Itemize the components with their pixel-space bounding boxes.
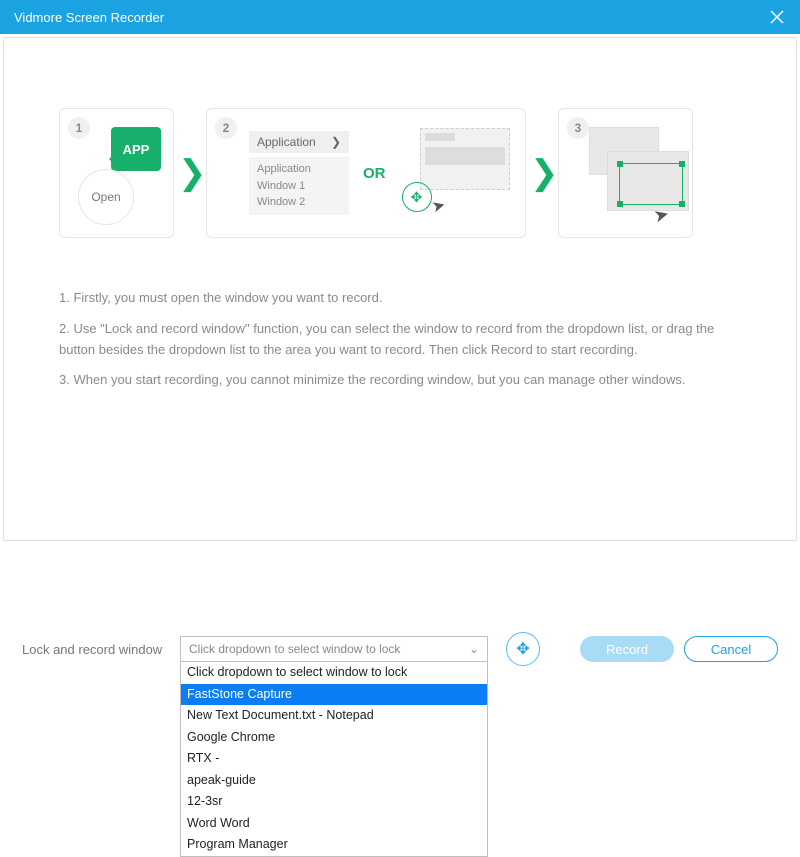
illustration-dropdown-list: Application Window 1 Window 2 bbox=[249, 157, 349, 215]
dropdown-option[interactable]: 12-3sr bbox=[181, 791, 487, 813]
selection-rect-icon bbox=[619, 163, 683, 205]
chevron-down-icon: ❯ bbox=[331, 135, 341, 149]
footer-bar: Lock and record window Click dropdown to… bbox=[0, 618, 800, 666]
illustration-dropdown: Application ❯ bbox=[249, 131, 349, 153]
dropdown-option[interactable]: Click dropdown to select window to lock bbox=[181, 662, 487, 684]
target-icon bbox=[402, 182, 432, 212]
dropdown-option[interactable]: FastStone Capture bbox=[181, 684, 487, 706]
chevron-right-icon: ❯ bbox=[530, 153, 554, 193]
or-label: OR bbox=[363, 165, 386, 182]
drag-target-button[interactable]: ✥ bbox=[506, 632, 540, 666]
close-icon[interactable] bbox=[768, 8, 786, 26]
step-2-card: 2 Application ❯ Application Window 1 Win… bbox=[206, 108, 526, 238]
cancel-button[interactable]: Cancel bbox=[684, 636, 778, 662]
titlebar: Vidmore Screen Recorder bbox=[0, 0, 800, 34]
instruction-1: 1. Firstly, you must open the window you… bbox=[59, 288, 741, 309]
dropdown-option[interactable]: apeak-guide bbox=[181, 770, 487, 792]
window-select-dropdown[interactable]: Click dropdown to select window to lock … bbox=[180, 636, 488, 662]
step-3-badge: 3 bbox=[567, 117, 589, 139]
chevron-down-icon: ⌄ bbox=[469, 642, 479, 656]
instruction-3: 3. When you start recording, you cannot … bbox=[59, 370, 741, 391]
dropdown-option[interactable]: Program Manager bbox=[181, 834, 487, 856]
record-button[interactable]: Record bbox=[580, 636, 674, 662]
step-3-card: 3 ➤ bbox=[558, 108, 693, 238]
ghost-window-icon bbox=[420, 128, 510, 190]
drag-illustration: ➤ bbox=[400, 128, 510, 218]
lock-window-label: Lock and record window bbox=[22, 642, 170, 657]
app-dropdown-illustration: Application ❯ Application Window 1 Windo… bbox=[249, 131, 349, 215]
content-panel: 1 APP Open ❯ 2 Application ❯ Application… bbox=[3, 37, 797, 541]
dropdown-value: Click dropdown to select window to lock bbox=[189, 642, 400, 656]
step-1-card: 1 APP Open bbox=[59, 108, 174, 238]
step-2-badge: 2 bbox=[215, 117, 237, 139]
dropdown-option[interactable]: Word Word bbox=[181, 813, 487, 835]
instructions: 1. Firstly, you must open the window you… bbox=[59, 288, 741, 391]
dropdown-option[interactable]: Google Chrome bbox=[181, 727, 487, 749]
instruction-2: 2. Use "Lock and record window" function… bbox=[59, 319, 741, 361]
open-label: Open bbox=[78, 169, 134, 225]
window-title: Vidmore Screen Recorder bbox=[14, 10, 164, 25]
dropdown-option[interactable]: New Text Document.txt - Notepad bbox=[181, 705, 487, 727]
dropdown-option[interactable]: RTX - bbox=[181, 748, 487, 770]
app-icon: APP bbox=[111, 127, 161, 171]
steps-row: 1 APP Open ❯ 2 Application ❯ Application… bbox=[59, 108, 741, 238]
dropdown-list: Click dropdown to select window to lock … bbox=[180, 662, 488, 857]
cursor-icon: ➤ bbox=[429, 195, 447, 218]
chevron-right-icon: ❯ bbox=[178, 153, 202, 193]
step-1-badge: 1 bbox=[68, 117, 90, 139]
selection-illustration: ➤ bbox=[589, 127, 679, 222]
